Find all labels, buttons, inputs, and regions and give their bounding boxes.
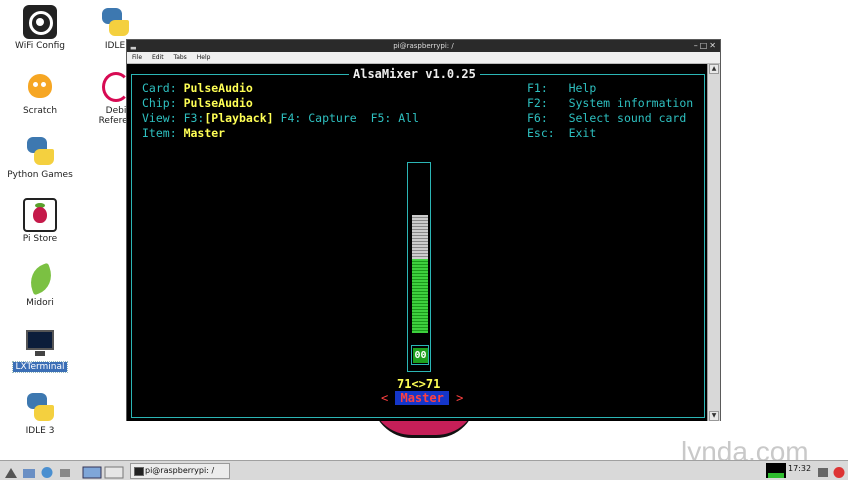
master-volume-control[interactable]: 00 — [407, 162, 431, 372]
desktop-icon-idle3[interactable]: IDLE 3 — [2, 390, 78, 436]
wifi-icon — [23, 5, 57, 39]
volume-bar-level — [412, 259, 428, 333]
terminal-area[interactable]: AlsaMixer v1.0.25 Card: PulseAudio Chip:… — [127, 64, 708, 421]
file-manager-icon[interactable] — [22, 464, 36, 478]
scratch-icon — [23, 70, 57, 104]
close-icon[interactable]: ✕ — [709, 41, 718, 50]
volume-bar-high — [412, 215, 428, 259]
help-esc: Esc: Exit — [527, 126, 597, 140]
volume-value: 71<>71 — [397, 377, 441, 391]
help-f2: F2: System information — [527, 96, 694, 110]
info-view: View: F3:[Playback] F4: Capture F5: All — [142, 111, 420, 125]
desktop-icon-label: Scratch — [22, 106, 58, 116]
browser-icon[interactable] — [40, 464, 54, 478]
taskbar-window-button[interactable]: pi@raspberrypi: / — [130, 463, 230, 479]
scroll-down-icon[interactable]: ▼ — [709, 411, 719, 421]
terminal-icon — [23, 326, 57, 360]
desktop-pager-2[interactable] — [104, 464, 124, 479]
midori-icon — [23, 262, 57, 296]
window-controls[interactable]: –□✕ — [694, 40, 718, 52]
scrollbar[interactable]: ▲ ▼ — [707, 64, 720, 421]
desktop-pager-1[interactable] — [82, 464, 102, 479]
maximize-icon[interactable]: □ — [700, 41, 710, 50]
desktop-icon-label: IDLE 3 — [25, 426, 55, 436]
desktop-icon-label: Pi Store — [22, 234, 58, 244]
window-title: pi@raspberrypi: / — [393, 42, 454, 50]
clock[interactable]: 17:32 — [788, 464, 811, 473]
python-icon — [98, 5, 132, 39]
control-left-arrow[interactable]: < — [381, 391, 388, 405]
cpu-monitor — [766, 463, 786, 478]
power-icon[interactable] — [832, 464, 846, 478]
control-right-arrow[interactable]: > — [456, 391, 463, 405]
volume-bar-frame: 00 — [407, 162, 431, 372]
desktop-icon-wifi-config[interactable]: WiFi Config — [2, 5, 78, 51]
view-capture: F4: Capture — [280, 111, 357, 125]
lock-screen-icon[interactable] — [816, 464, 830, 477]
pi-store-icon — [23, 198, 57, 232]
info-card: Card: PulseAudio — [142, 81, 253, 95]
desktop-icon-label: Python Games — [7, 170, 73, 180]
menubar: File Edit Tabs Help — [127, 52, 720, 64]
scroll-up-icon[interactable]: ▲ — [709, 64, 719, 74]
mute-state: 00 — [413, 348, 428, 363]
menu-edit[interactable]: Edit — [152, 54, 164, 61]
desktop-icon-python-games[interactable]: Python Games — [2, 134, 78, 180]
desktop-icon-label: IDLE — [104, 41, 126, 51]
help-f1: F1: Help — [527, 81, 597, 95]
alsamixer-title: AlsaMixer v1.0.25 — [349, 67, 480, 81]
desktop-icon-lxterminal[interactable]: LXTerminal — [2, 326, 78, 373]
desktop-icon-label: WiFi Config — [15, 41, 65, 51]
info-item: Item: Master — [142, 126, 226, 140]
desktop-icon-label: LXTerminal — [12, 361, 68, 373]
view-playback: [Playback] — [204, 111, 274, 125]
mute-toggle[interactable]: 00 — [411, 345, 429, 365]
start-menu-icon[interactable] — [4, 464, 18, 478]
window-menu-icon[interactable]: ▬ — [130, 42, 137, 54]
desktop-icon-scratch[interactable]: Scratch — [2, 70, 78, 116]
taskbar: pi@raspberrypi: / 17:32 — [0, 460, 848, 480]
view-all: F5: All — [370, 111, 420, 125]
python-icon — [23, 134, 57, 168]
help-f6: F6: Select sound card — [527, 111, 687, 125]
desktop-icon-midori[interactable]: Midori — [2, 262, 78, 308]
menu-file[interactable]: File — [132, 54, 142, 61]
window-titlebar[interactable]: ▬ pi@raspberrypi: / –□✕ — [127, 40, 720, 52]
menu-help[interactable]: Help — [197, 54, 211, 61]
menu-tabs[interactable]: Tabs — [174, 54, 187, 61]
desktop-icon-pi-store[interactable]: Pi Store — [2, 198, 78, 244]
minimize-all-icon[interactable] — [58, 464, 72, 477]
terminal-window[interactable]: ▬ pi@raspberrypi: / –□✕ File Edit Tabs H… — [126, 39, 721, 421]
control-name: < Master > — [381, 391, 463, 405]
python-icon — [23, 390, 57, 424]
control-name-label: Master — [395, 391, 449, 405]
desktop-icon-label: Midori — [26, 298, 54, 308]
desktop-icon-label: Debi — [105, 106, 127, 116]
info-chip: Chip: PulseAudio — [142, 96, 253, 110]
